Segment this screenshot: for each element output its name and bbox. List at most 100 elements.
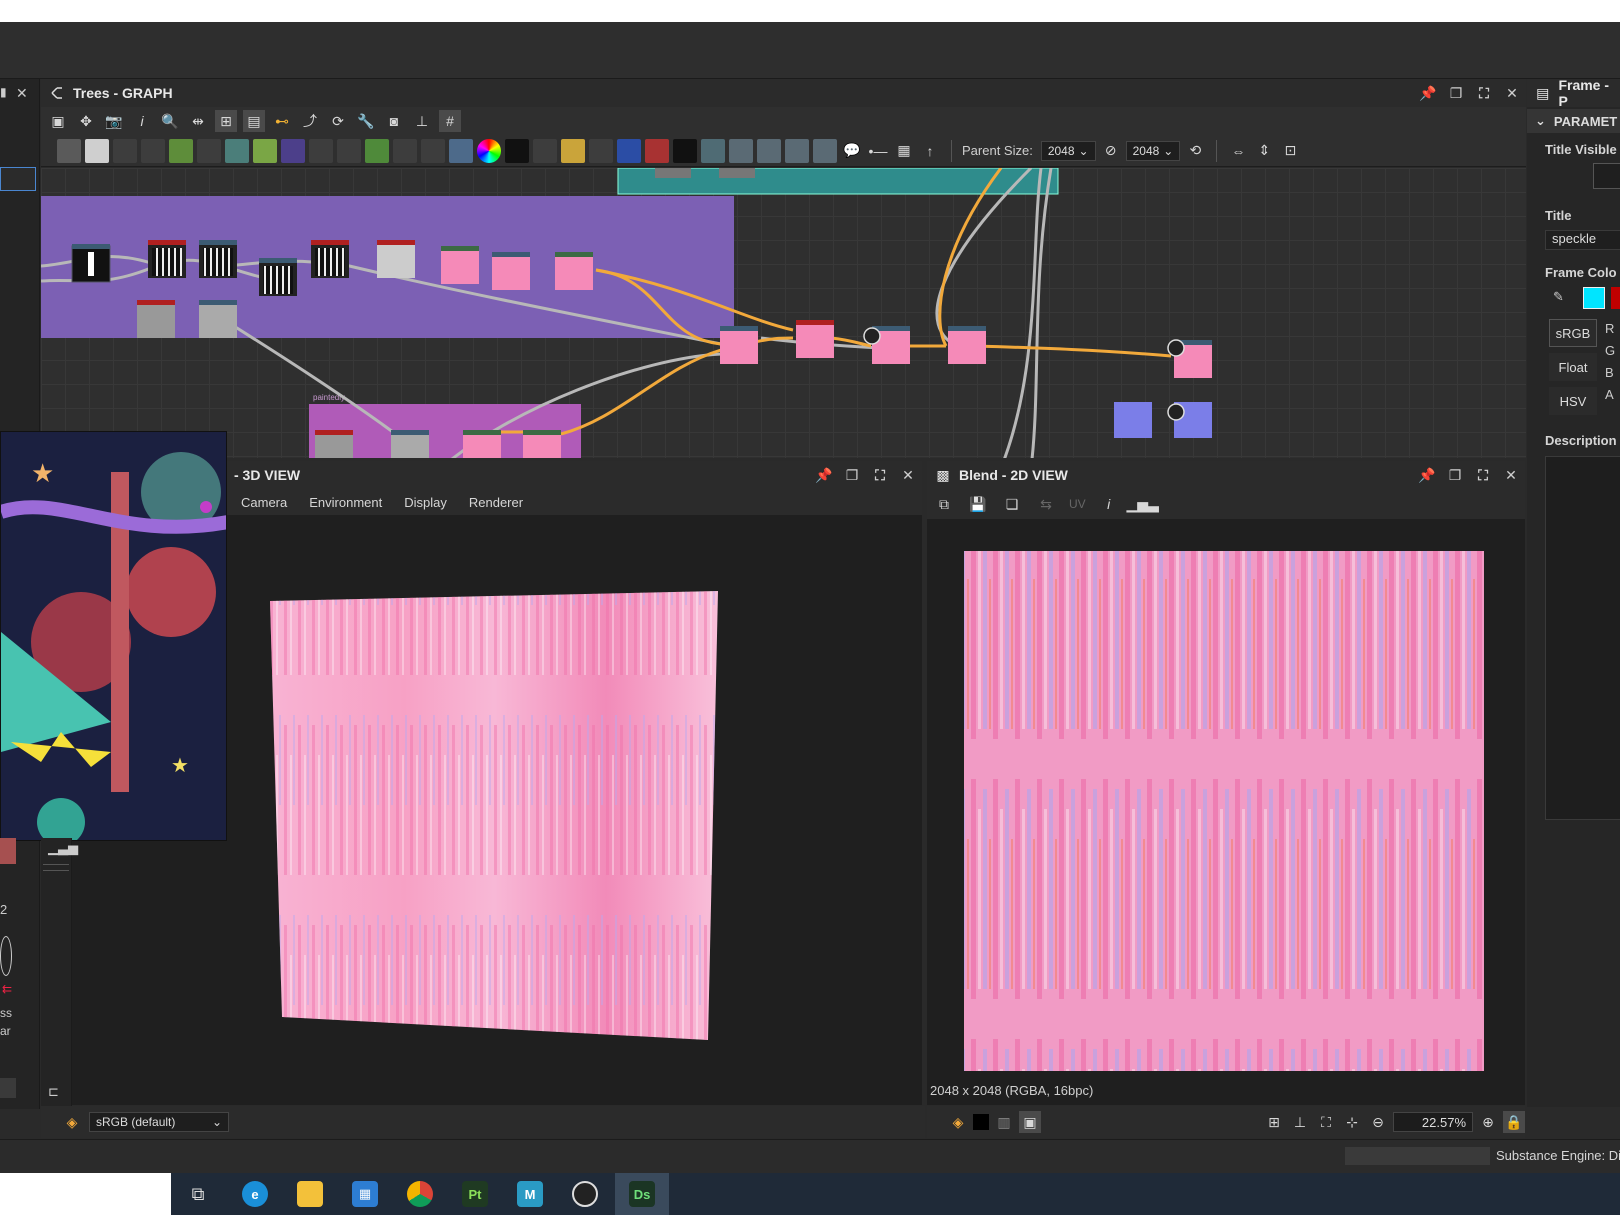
tile-icon[interactable]: [309, 138, 333, 163]
grid-icon[interactable]: ⊞: [1263, 1111, 1285, 1133]
save-icon[interactable]: 💾: [967, 493, 989, 515]
fit-icon[interactable]: ⛶: [1315, 1111, 1337, 1133]
menu-environment[interactable]: Environment: [309, 495, 382, 510]
pin-node-icon[interactable]: ⊥: [411, 110, 433, 132]
edge-icon[interactable]: e: [228, 1173, 282, 1215]
title-visible-checkbox[interactable]: [1593, 163, 1620, 189]
compare-icon[interactable]: ⇆: [1035, 493, 1057, 515]
uniform-color-icon[interactable]: [113, 138, 137, 163]
store-icon[interactable]: ▦: [338, 1173, 392, 1215]
layout-icon[interactable]: ⊞: [215, 110, 237, 132]
pin-icon[interactable]: 📌: [1419, 85, 1436, 101]
graph-canvas[interactable]: paintedly: [41, 168, 1526, 458]
taskbar-search[interactable]: [0, 1173, 171, 1215]
fx-map-icon[interactable]: [701, 138, 725, 163]
move-icon[interactable]: ✥: [75, 110, 97, 132]
align-horizontal-icon[interactable]: ⇔: [1227, 140, 1249, 162]
copy-icon[interactable]: ❏: [1001, 493, 1023, 515]
link-icon[interactable]: ⊷: [271, 110, 293, 132]
obs-icon[interactable]: [558, 1173, 612, 1215]
input-icon[interactable]: [757, 138, 781, 163]
eyedropper-icon[interactable]: ✎: [1553, 289, 1564, 305]
params-section-header[interactable]: ⌄ PARAMET: [1527, 109, 1620, 133]
pin-icon[interactable]: 📌: [1418, 467, 1435, 483]
hsv-button[interactable]: HSV: [1549, 387, 1597, 415]
noise-icon[interactable]: [505, 138, 529, 163]
description-textarea[interactable]: [1545, 456, 1620, 820]
search-icon[interactable]: 🔍: [159, 110, 181, 132]
circle-icon[interactable]: [281, 138, 305, 163]
dot-node-icon[interactable]: •—: [867, 140, 889, 162]
float-button[interactable]: Float: [1549, 353, 1597, 381]
close-icon[interactable]: ✕: [16, 85, 28, 102]
reset-size-icon[interactable]: ⟲: [1184, 140, 1206, 162]
emboss-icon[interactable]: [337, 138, 361, 163]
gradient-icon[interactable]: [253, 138, 277, 163]
output-icon[interactable]: [785, 138, 809, 163]
align-vertical-icon[interactable]: ⇕: [1253, 140, 1275, 162]
chrome-icon[interactable]: [393, 1173, 447, 1215]
title-input[interactable]: speckle: [1545, 230, 1620, 250]
hsl-icon[interactable]: [477, 138, 501, 163]
export-icon[interactable]: ⧉: [933, 493, 955, 515]
maximize-icon[interactable]: ⛶: [872, 467, 888, 483]
menu-camera[interactable]: Camera: [241, 495, 287, 510]
grayscale-icon[interactable]: [421, 138, 445, 163]
uv-toggle[interactable]: UV: [1069, 497, 1086, 511]
channels-icon[interactable]: ▥: [993, 1111, 1015, 1133]
blend-icon[interactable]: [393, 138, 417, 163]
pin-node-tool-icon[interactable]: ↑: [919, 140, 941, 162]
warp-icon[interactable]: [225, 138, 249, 163]
parent-size-height-select[interactable]: 2048 ⌄: [1125, 140, 1181, 161]
connect-icon[interactable]: ⤴: [299, 110, 321, 132]
mirror-icon[interactable]: [561, 138, 585, 163]
link-size-icon[interactable]: ⊘: [1100, 140, 1122, 162]
camera-icon[interactable]: 📷: [103, 110, 125, 132]
bitmap-node-icon[interactable]: [57, 138, 81, 163]
restore-icon[interactable]: ❐: [844, 467, 860, 483]
maya-icon[interactable]: M: [503, 1173, 557, 1215]
zoom-input[interactable]: 22.57%: [1393, 1112, 1473, 1132]
histogram-icon[interactable]: [449, 138, 473, 163]
menu-renderer[interactable]: Renderer: [469, 495, 523, 510]
layers-icon[interactable]: ◈: [947, 1111, 969, 1133]
designer-icon[interactable]: Ds: [615, 1173, 669, 1215]
info-icon[interactable]: i: [1098, 493, 1120, 515]
pixel-grid-icon[interactable]: ⊥: [1289, 1111, 1311, 1133]
frame-all-icon[interactable]: ▣: [47, 110, 69, 132]
close-icon[interactable]: ✕: [900, 467, 916, 483]
zoom-in-icon[interactable]: ⊕: [1477, 1111, 1499, 1133]
text-icon[interactable]: [589, 138, 613, 163]
frame-node-icon[interactable]: ▦: [893, 140, 915, 162]
tools-icon[interactable]: 🔧: [355, 110, 377, 132]
split-icon[interactable]: [813, 138, 837, 163]
pixel-processor-icon[interactable]: [729, 138, 753, 163]
tree-icon[interactable]: ⊏: [48, 1084, 59, 1100]
selected-item[interactable]: [0, 167, 36, 191]
node-graph[interactable]: paintedly: [41, 168, 1526, 458]
2d-viewport[interactable]: [927, 519, 1525, 1105]
parent-size-width-select[interactable]: 2048 ⌄: [1040, 140, 1096, 161]
histogram-icon[interactable]: ▁▅▃: [1127, 493, 1159, 515]
painter-icon[interactable]: Pt: [448, 1173, 502, 1215]
snap-icon[interactable]: ⊡: [1279, 140, 1301, 162]
levels-icon[interactable]: [197, 138, 221, 163]
svg-node-icon[interactable]: [85, 138, 109, 163]
selection-icon[interactable]: [617, 138, 641, 163]
pin-icon[interactable]: 📌: [815, 467, 832, 483]
histogram-icon[interactable]: ▁▃▅: [48, 840, 78, 856]
lock-icon[interactable]: 🔒: [1503, 1111, 1525, 1133]
maximize-icon[interactable]: ⛶: [1476, 85, 1492, 101]
grid-icon[interactable]: #: [439, 110, 461, 132]
file-explorer-icon[interactable]: [283, 1173, 337, 1215]
center-icon[interactable]: ⊹: [1341, 1111, 1363, 1133]
comment-icon[interactable]: ▤: [243, 110, 265, 132]
curve-icon[interactable]: [169, 138, 193, 163]
align-icon[interactable]: ⇹: [187, 110, 209, 132]
preview-icon[interactable]: ◙: [383, 110, 405, 132]
restore-icon[interactable]: ❐: [1448, 85, 1464, 101]
colorspace-select[interactable]: sRGB (default) ⌄: [89, 1112, 229, 1132]
black-bg-icon[interactable]: [973, 1114, 989, 1130]
misc-box[interactable]: [0, 1078, 16, 1098]
comment-node-icon[interactable]: 💬: [841, 140, 863, 162]
